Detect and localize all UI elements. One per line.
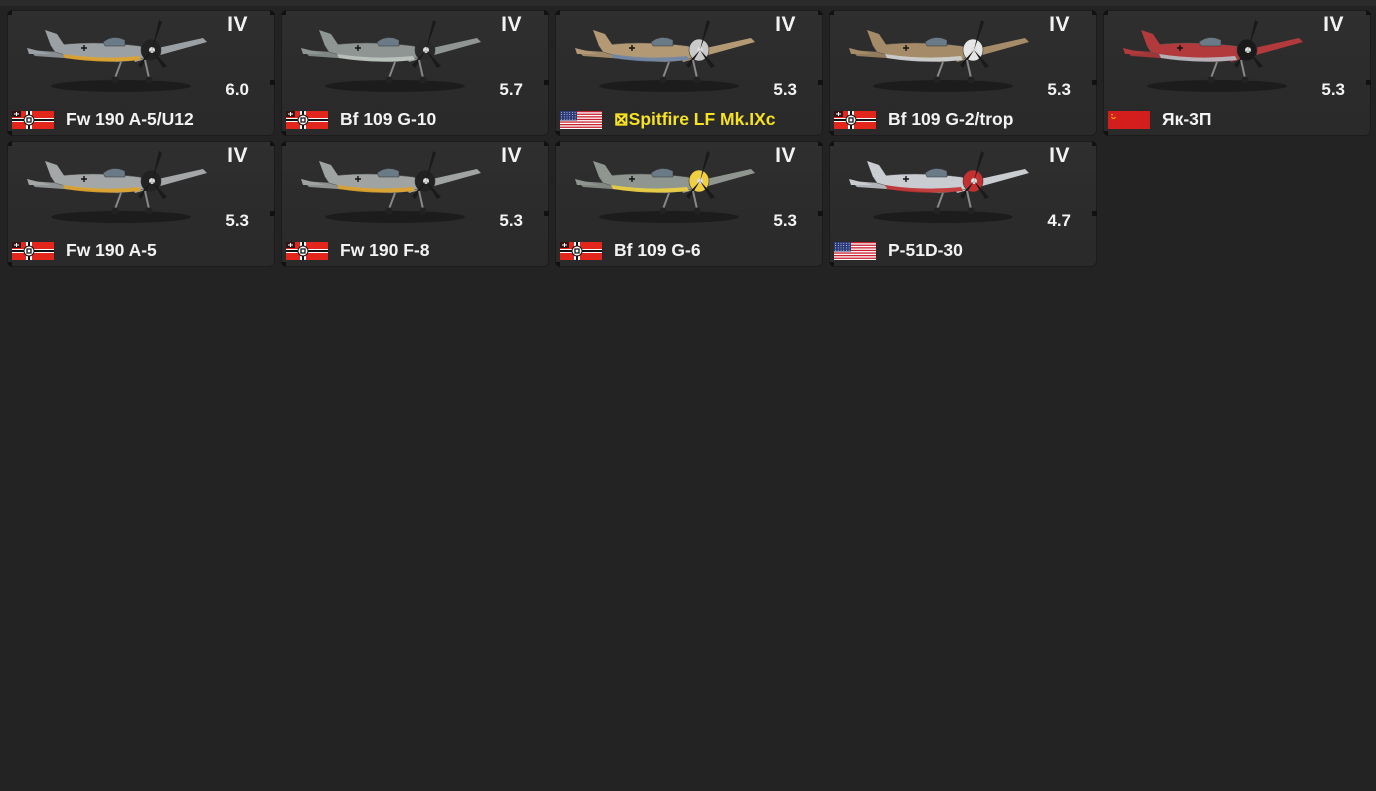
card-corner (1103, 10, 1108, 15)
battle-rating: 5.3 (773, 211, 797, 230)
card-corner (1092, 10, 1097, 15)
usa-flag-icon (560, 111, 602, 129)
card-corner (829, 10, 834, 15)
vehicle-name: Як-3П (1162, 109, 1212, 129)
card-corner (818, 211, 823, 216)
card-corner (818, 141, 823, 146)
card-corner (829, 131, 834, 136)
aircraft-image (1123, 20, 1303, 92)
vehicle-card[interactable]: IV 6.0 Fw 190 A-5/U12 (7, 10, 275, 136)
aircraft-image (575, 151, 755, 223)
card-corner (270, 141, 275, 146)
vehicle-name: P-51D-30 (888, 240, 963, 260)
vehicle-rank: IV (227, 13, 248, 36)
vehicle-rank: IV (501, 13, 522, 36)
aircraft-image (27, 151, 207, 223)
vehicle-name: Bf 109 G-2/trop (888, 109, 1014, 129)
card-corner (544, 10, 549, 15)
aircraft-image (575, 20, 755, 92)
battle-rating: 5.3 (1047, 80, 1071, 99)
battle-rating: 5.3 (499, 211, 523, 230)
card-corner (281, 262, 286, 267)
aircraft-image (27, 20, 207, 92)
vehicle-card[interactable]: IV 5.3 ⊠Spitfire LF Mk.IXc (555, 10, 823, 136)
card-corner (1366, 10, 1371, 15)
battle-rating: 5.3 (1321, 80, 1345, 99)
card-corner (281, 10, 286, 15)
battle-rating: 5.3 (773, 80, 797, 99)
vehicle-name: Bf 109 G-6 (614, 240, 701, 260)
germany-flag-icon (12, 242, 54, 260)
aircraft-image (849, 20, 1029, 92)
germany-flag-icon (286, 242, 328, 260)
vehicle-name: Bf 109 G-10 (340, 109, 437, 129)
top-strip (0, 0, 1376, 6)
vehicle-name: ⊠Spitfire LF Mk.IXc (614, 109, 776, 129)
aircraft-image (301, 20, 481, 92)
card-corner (270, 80, 275, 85)
card-corner (544, 80, 549, 85)
vehicle-name: Fw 190 A-5/U12 (66, 109, 194, 129)
vehicle-rank: IV (1049, 13, 1070, 36)
vehicle-rank: IV (1323, 13, 1344, 36)
vehicle-name: Fw 190 A-5 (66, 240, 157, 260)
vehicle-card[interactable]: IV 4.7 P-51D-30 (829, 141, 1097, 267)
germany-flag-icon (12, 111, 54, 129)
card-corner (555, 10, 560, 15)
card-corner (1092, 80, 1097, 85)
card-corner (7, 141, 12, 146)
card-corner (818, 10, 823, 15)
card-corner (818, 80, 823, 85)
card-corner (555, 141, 560, 146)
vehicle-card[interactable]: IV 5.3 Fw 190 F-8 (281, 141, 549, 267)
vehicle-card[interactable]: IV 5.3 Fw 190 A-5 (7, 141, 275, 267)
card-corner (555, 131, 560, 136)
vehicle-rank: IV (775, 144, 796, 167)
germany-flag-icon (286, 111, 328, 129)
vehicle-rank: IV (775, 13, 796, 36)
card-corner (1366, 80, 1371, 85)
vehicle-name: Fw 190 F-8 (340, 240, 430, 260)
vehicle-card[interactable]: IV 5.3 Як-3П (1103, 10, 1371, 136)
vehicle-rank: IV (227, 144, 248, 167)
card-corner (1103, 131, 1108, 136)
card-corner (7, 262, 12, 267)
card-corner (281, 141, 286, 146)
vehicle-card[interactable]: IV 5.7 Bf 109 G-10 (281, 10, 549, 136)
vehicle-card[interactable]: IV 5.3 Bf 109 G-6 (555, 141, 823, 267)
battle-rating: 5.7 (499, 80, 523, 99)
card-corner (270, 10, 275, 15)
aircraft-image (849, 151, 1029, 223)
card-corner (829, 262, 834, 267)
card-corner (7, 131, 12, 136)
vehicle-rank: IV (501, 144, 522, 167)
battle-rating: 5.3 (225, 211, 249, 230)
aircraft-image (301, 151, 481, 223)
card-corner (281, 131, 286, 136)
card-corner (1092, 141, 1097, 146)
card-corner (1092, 211, 1097, 216)
vehicle-rank: IV (1049, 144, 1070, 167)
germany-flag-icon (834, 111, 876, 129)
card-corner (270, 211, 275, 216)
card-corner (544, 211, 549, 216)
vehicle-card[interactable]: IV 5.3 Bf 109 G-2/trop (829, 10, 1097, 136)
battle-rating: 4.7 (1047, 211, 1071, 230)
card-corner (829, 141, 834, 146)
card-corner (7, 10, 12, 15)
germany-flag-icon (560, 242, 602, 260)
ussr-flag-icon (1108, 111, 1150, 129)
card-corner (544, 141, 549, 146)
battle-rating: 6.0 (225, 80, 249, 99)
usa-flag-icon (834, 242, 876, 260)
card-corner (555, 262, 560, 267)
